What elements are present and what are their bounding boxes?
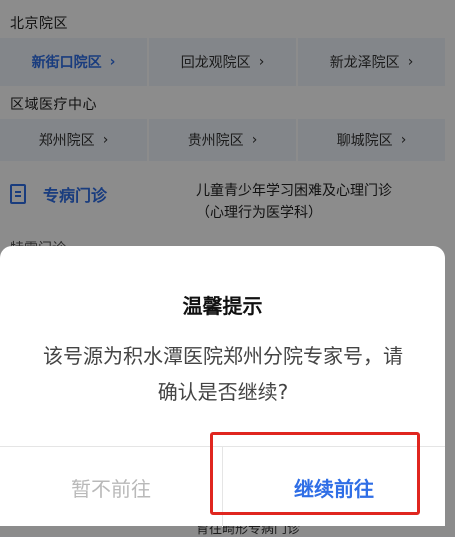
confirm-button[interactable]: 继续前往 xyxy=(223,447,445,527)
cancel-button[interactable]: 暂不前往 xyxy=(0,447,223,527)
dialog-title: 温馨提示 xyxy=(182,294,263,318)
dialog-footer: 暂不前往 继续前往 xyxy=(0,446,445,527)
notice-dialog: 温馨提示 该号源为积水潭医院郑州分院专家号，请确认是否继续? 暂不前往 继续前往 xyxy=(0,246,445,527)
dialog-message: 该号源为积水潭医院郑州分院专家号，请确认是否继续? xyxy=(43,344,403,404)
